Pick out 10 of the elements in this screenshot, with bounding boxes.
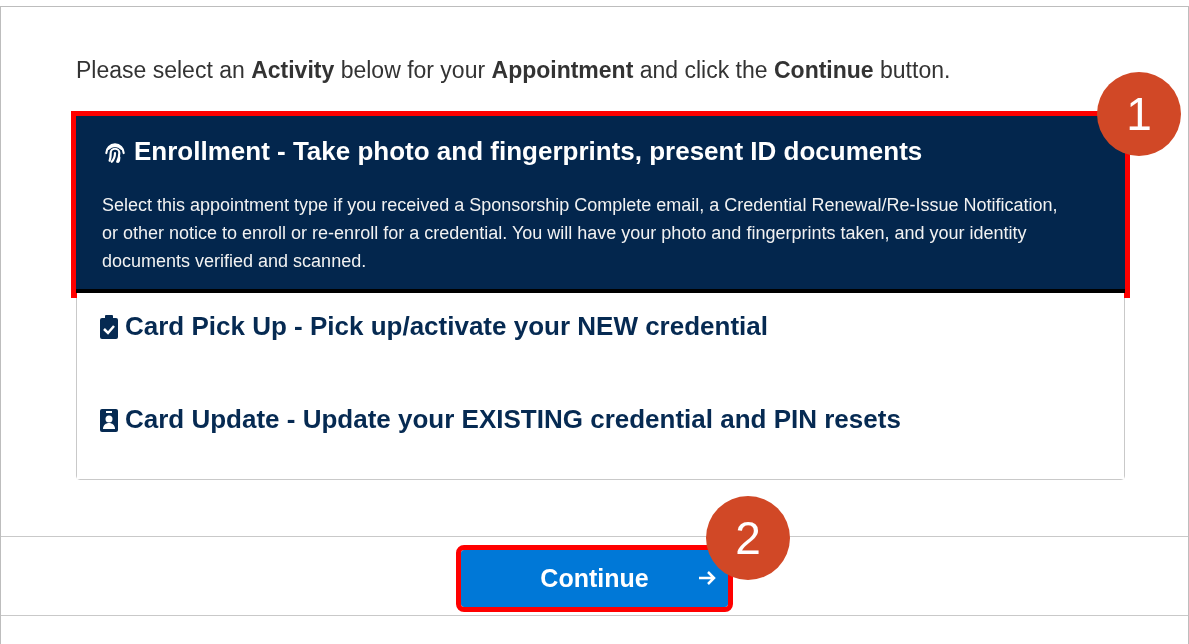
clipboard-check-icon xyxy=(99,314,119,339)
activity-title: Card Pick Up - Pick up/activate your NEW credential xyxy=(125,311,768,342)
callout-badge: 1 xyxy=(1097,72,1181,156)
activity-description: Select this appointment type if you received a Sponsorship Complete email, a Credential Renewal/Re-Issue Notification, or other notice to enroll or re-enroll for a credential. You will have your photo and fingerprints taken, and your identity documents verified and scanned. xyxy=(102,194,1059,273)
instruction-text: Please select an Activity below for your Appointment and click the Continue button. xyxy=(76,57,952,84)
activity-title: Card Update - Update your EXISTING credential and PIN resets xyxy=(125,404,901,435)
callout-badge: 2 xyxy=(706,496,790,580)
id-badge-icon xyxy=(99,407,119,432)
activity-title: Enrollment - Take photo and fingerprints, present ID documents xyxy=(134,136,923,167)
arrow-right-icon xyxy=(698,570,716,586)
